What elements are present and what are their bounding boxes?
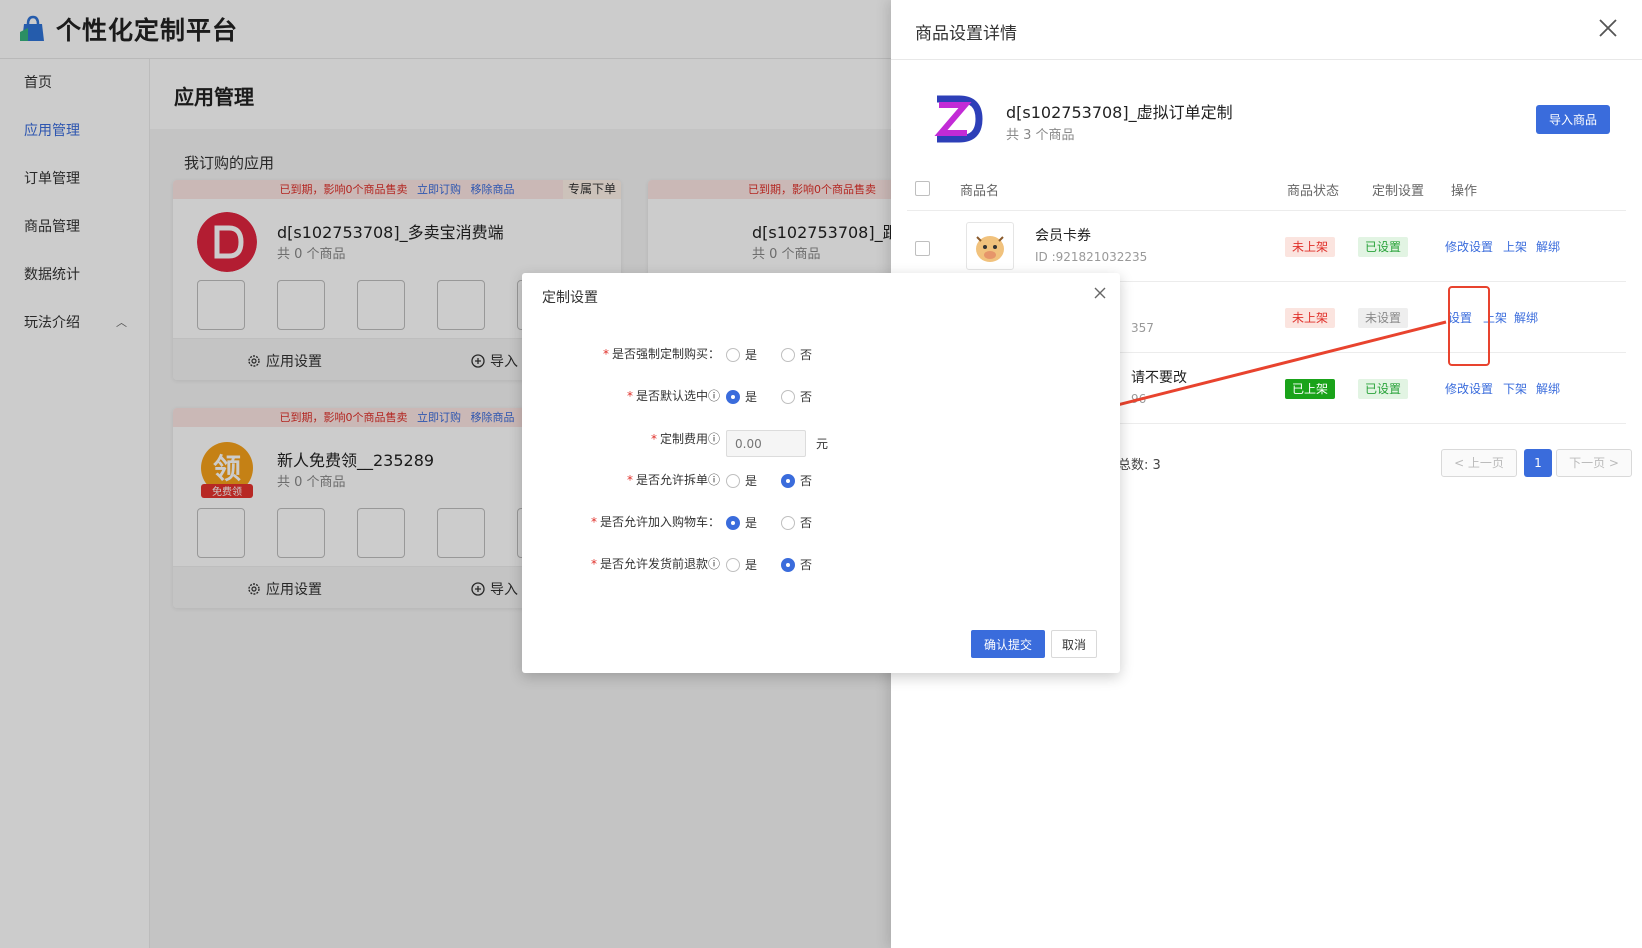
radio-circle: [726, 473, 740, 488]
field-label: * 是否默认选中ⓘ: [626, 389, 720, 403]
prev-page-button[interactable]: < 上一页: [1441, 449, 1517, 477]
radio-circle: [726, 557, 740, 572]
radio-circle: [781, 515, 796, 530]
modal-title: 定制设置: [542, 290, 598, 306]
edit-settings-link[interactable]: 修改设置: [1445, 380, 1493, 397]
row-checkbox[interactable]: [915, 241, 930, 256]
radio-no[interactable]: 否: [781, 514, 812, 531]
radio-label: 否: [800, 516, 813, 530]
unpublish-link[interactable]: 下架: [1503, 380, 1527, 397]
field-label: * 是否强制定制购买：: [602, 347, 720, 361]
allow-cart-radio-group: 是 否: [726, 514, 836, 531]
radio-no[interactable]: 否: [781, 346, 812, 363]
table-header: 商品名 商品状态 定制设置 操作: [907, 167, 1626, 211]
unbind-link[interactable]: 解绑: [1536, 380, 1560, 397]
allow-split-radio-group: 是 否: [726, 472, 836, 489]
table-row: 会员卡券 ID :921821032235 未上架 已设置 修改设置 上架 解绑: [907, 212, 1626, 282]
radio-label: 是: [745, 348, 758, 362]
radio-label: 是: [745, 516, 758, 530]
field-label: * 定制费用ⓘ: [650, 432, 720, 446]
close-icon[interactable]: [1596, 16, 1620, 40]
column-header: 商品状态: [1287, 184, 1340, 199]
radio-circle: [781, 389, 796, 404]
radio-label: 否: [800, 474, 813, 488]
app-logo-icon: [934, 95, 983, 143]
next-page-button[interactable]: 下一页 >: [1556, 449, 1632, 477]
setting-badge: 已设置: [1358, 379, 1409, 399]
radio-label: 否: [800, 390, 813, 404]
radio-circle: [726, 515, 740, 530]
current-page[interactable]: 1: [1524, 449, 1552, 477]
setting-badge: 未设置: [1358, 308, 1409, 328]
annotation-highlight-box: [1448, 286, 1490, 366]
label-text: 是否强制定制购买：: [611, 347, 720, 361]
radio-label: 否: [800, 558, 813, 572]
radio-no[interactable]: 否: [781, 556, 812, 573]
edit-settings-link[interactable]: 修改设置: [1445, 238, 1493, 255]
radio-yes[interactable]: 是: [726, 514, 757, 531]
radio-label: 否: [800, 348, 813, 362]
unbind-link[interactable]: 解绑: [1536, 238, 1560, 255]
column-header: 商品名: [960, 184, 1000, 199]
radio-circle: [726, 389, 740, 404]
product-image: [966, 222, 1014, 270]
custom-fee-input[interactable]: [726, 430, 806, 457]
product-id: 357: [1131, 321, 1154, 335]
drawer-title: 商品设置详情: [915, 24, 1017, 44]
force-custom-radio-group: 是 否: [726, 346, 836, 363]
label-text: 是否允许拆单ⓘ: [635, 473, 720, 487]
radio-label: 是: [745, 558, 758, 572]
drawer-app-name: d[s102753708]_虚拟订单定制: [1006, 103, 1233, 122]
radio-circle: [781, 557, 796, 572]
import-products-button[interactable]: 导入商品: [1536, 105, 1610, 134]
label-text: 定制费用ⓘ: [659, 432, 720, 446]
status-badge: 已上架: [1285, 379, 1336, 399]
product-name: 会员卡券: [1035, 228, 1091, 244]
status-badge: 未上架: [1285, 237, 1336, 257]
radio-yes[interactable]: 是: [726, 346, 757, 363]
field-label: * 是否允许发货前退款ⓘ: [590, 557, 720, 571]
total-count: 总数: 3: [1118, 458, 1161, 473]
drawer-product-count: 共 3 个商品: [1006, 128, 1075, 143]
label-text: 是否允许加入购物车：: [599, 515, 720, 529]
field-label: * 是否允许拆单ⓘ: [626, 473, 720, 487]
radio-label: 是: [745, 390, 758, 404]
radio-yes[interactable]: 是: [726, 388, 757, 405]
drawer-header: 商品设置详情: [891, 0, 1642, 60]
confirm-submit-button[interactable]: 确认提交: [971, 630, 1045, 658]
cancel-button[interactable]: 取消: [1051, 630, 1097, 658]
allow-refund-radio-group: 是 否: [726, 556, 836, 573]
select-all-checkbox[interactable]: [915, 181, 930, 196]
custom-settings-modal: 定制设置 * 是否强制定制购买： 是 否 * 是否默认选中ⓘ 是 否 * 定制费用ⓘ …: [522, 273, 1120, 673]
unbind-link[interactable]: 解绑: [1514, 309, 1538, 326]
label-text: 是否默认选中ⓘ: [635, 389, 720, 403]
close-icon[interactable]: [1092, 285, 1108, 301]
radio-no[interactable]: 否: [781, 472, 812, 489]
cow-mascot-icon: [976, 236, 1004, 262]
radio-yes[interactable]: 是: [726, 472, 757, 489]
setting-badge: 已设置: [1358, 237, 1409, 257]
column-header: 定制设置: [1372, 184, 1425, 199]
product-id: ID :921821032235: [1035, 250, 1148, 264]
product-id: 96: [1131, 392, 1147, 406]
radio-label: 是: [745, 474, 758, 488]
column-header: 操作: [1451, 184, 1478, 199]
radio-circle: [726, 347, 740, 362]
publish-link[interactable]: 上架: [1503, 238, 1527, 255]
status-badge: 未上架: [1285, 308, 1336, 328]
field-label: * 是否允许加入购物车：: [590, 515, 720, 529]
label-text: 是否允许发货前退款ⓘ: [599, 557, 720, 571]
radio-circle: [781, 347, 796, 362]
fee-unit: 元: [816, 437, 829, 451]
radio-no[interactable]: 否: [781, 388, 812, 405]
radio-yes[interactable]: 是: [726, 556, 757, 573]
default-selected-radio-group: 是 否: [726, 388, 836, 405]
radio-circle: [781, 473, 796, 488]
product-name: 请不要改: [1131, 370, 1187, 386]
